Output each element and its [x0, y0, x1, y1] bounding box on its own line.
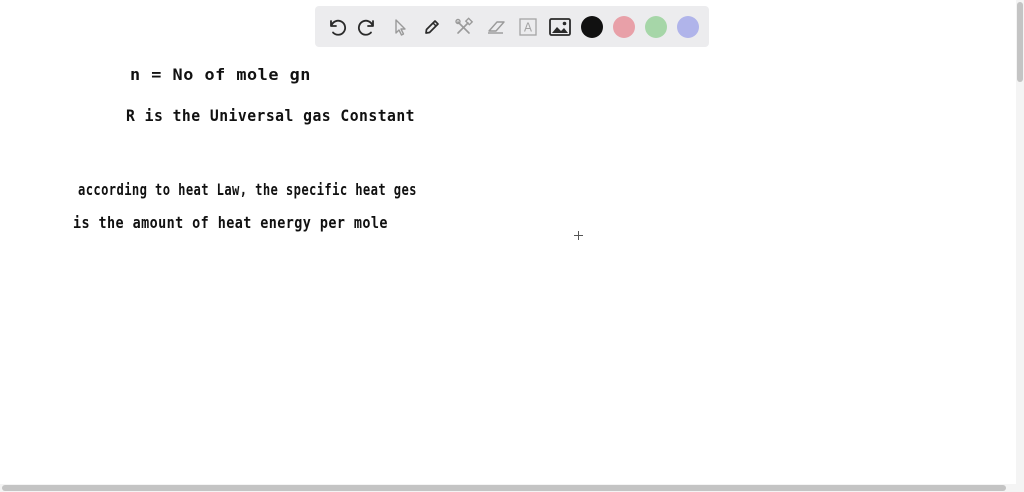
undo-button[interactable]: [322, 13, 350, 41]
color-swatch-black[interactable]: [581, 16, 603, 38]
drawing-toolbar: A: [315, 6, 709, 47]
handwritten-line-2: R is the Universal gas Constant: [126, 106, 415, 125]
redo-icon: [357, 19, 374, 36]
image-button[interactable]: [546, 13, 574, 41]
tools-button[interactable]: [450, 13, 478, 41]
pointer-button[interactable]: [386, 13, 414, 41]
horizontal-scrollbar[interactable]: [0, 484, 1024, 492]
text-button[interactable]: A: [514, 13, 542, 41]
vertical-scrollbar[interactable]: [1016, 0, 1024, 492]
svg-text:A: A: [524, 21, 533, 35]
color-swatch-green[interactable]: [645, 16, 667, 38]
color-swatch-lavender[interactable]: [677, 16, 699, 38]
pointer-icon: [395, 19, 406, 36]
pen-button[interactable]: [418, 13, 446, 41]
crosshair-cursor-icon: [574, 231, 583, 240]
eraser-icon: [488, 21, 505, 34]
drawing-canvas[interactable]: n = No of mole gn R is the Universal gas…: [0, 0, 1016, 484]
image-icon: [549, 18, 571, 36]
eraser-button[interactable]: [482, 13, 510, 41]
handwritten-line-3: according to heat Law, the specific heat…: [78, 180, 417, 199]
redo-button[interactable]: [354, 13, 382, 41]
handwritten-line-4: is the amount of heat energy per mole: [73, 213, 388, 232]
vertical-scroll-thumb[interactable]: [1017, 2, 1023, 82]
handwritten-line-1: n = No of mole gn: [130, 65, 311, 84]
color-swatch-pink[interactable]: [613, 16, 635, 38]
pen-icon: [425, 20, 439, 34]
tools-icon: [455, 17, 474, 34]
text-icon: A: [519, 18, 537, 36]
whiteboard-app: n = No of mole gn R is the Universal gas…: [0, 0, 1024, 492]
horizontal-scroll-thumb[interactable]: [2, 485, 1006, 491]
undo-icon: [330, 19, 347, 36]
